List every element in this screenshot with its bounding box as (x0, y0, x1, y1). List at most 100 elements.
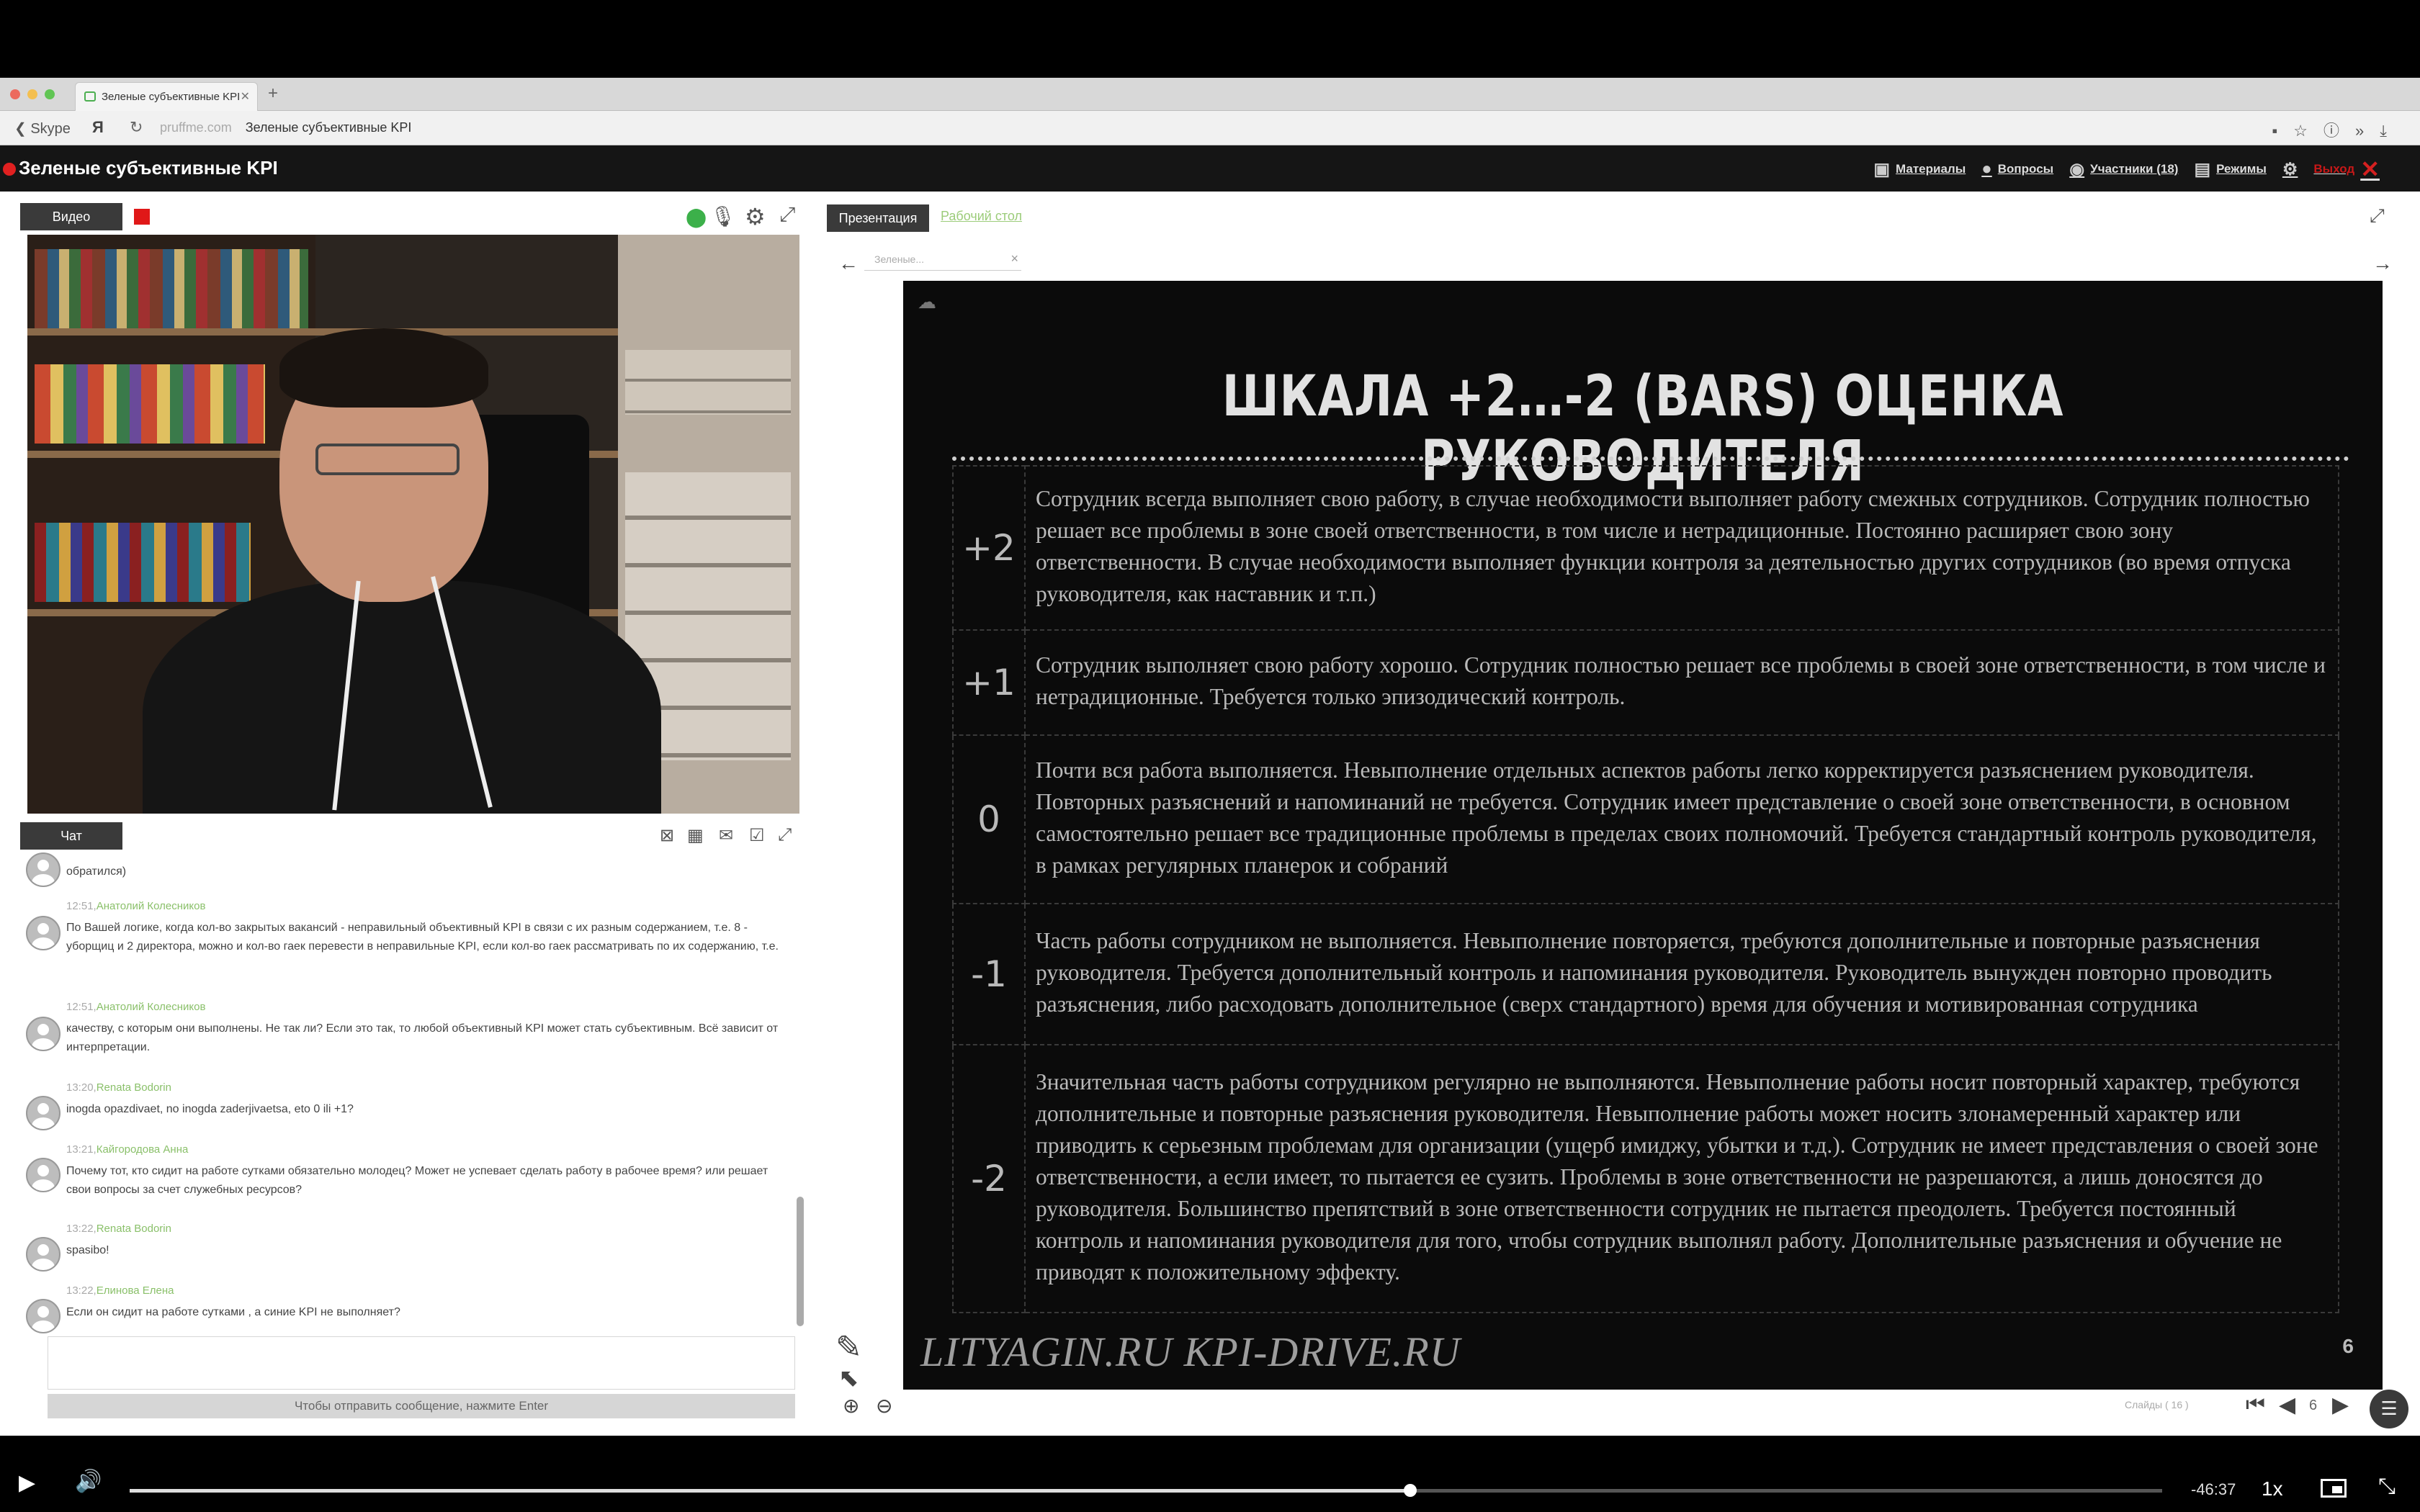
progress-handle[interactable] (1403, 1484, 1417, 1497)
chat-message-header: 13:22,Елинова Елена (66, 1284, 174, 1297)
arrow-right-icon[interactable]: → (2372, 252, 2393, 275)
chat-message-time: 13:22, (66, 1284, 97, 1297)
first-slide-icon[interactable]: ⏮ (2246, 1392, 2265, 1417)
play-icon[interactable]: ▶ (19, 1470, 35, 1495)
close-window-button[interactable] (10, 89, 20, 99)
progress-bar[interactable] (130, 1484, 2162, 1497)
video-player-controls: ▶ 🔊 -46:37 1x ⤡ (0, 1436, 2420, 1512)
feedback-icon: ☰ (2380, 1398, 2398, 1419)
back-button[interactable]: ❮ Skype (14, 120, 71, 138)
star-icon[interactable]: ☆ (2293, 122, 2323, 140)
avatar (26, 1017, 60, 1051)
settings-button[interactable]: ⚙ (2282, 159, 2298, 180)
tab-desktop[interactable]: Рабочий стол (941, 209, 1022, 224)
reload-icon[interactable]: ↻ (130, 118, 143, 137)
prev-slide-icon[interactable]: ◀ (2279, 1392, 2295, 1418)
tab-chat[interactable]: Чат (20, 822, 122, 850)
chat-expand-icon[interactable]: ⤢ (778, 825, 792, 845)
microphone-icon[interactable]: 🎙 (710, 204, 736, 228)
questions-icon: ● (1981, 159, 1992, 179)
bars-scale-table: +2 Сотрудник всегда выполняет свою работ… (952, 465, 2339, 1313)
pencil-icon[interactable]: ✎ (835, 1329, 862, 1366)
slide-divider (952, 456, 2349, 461)
bars-score: +1 (952, 629, 1026, 736)
arrow-left-icon[interactable]: ← (838, 252, 859, 275)
toolbar-icons: ▪☆ⓘ»⤓ (2272, 118, 2403, 141)
gear-icon: ⚙ (2282, 159, 2298, 179)
participants-link[interactable]: ◉ Участники (18) (2069, 159, 2178, 180)
volume-icon[interactable]: 🔊 (75, 1469, 102, 1494)
lock-icon[interactable]: ▪ (2272, 122, 2293, 140)
avatar (26, 1237, 60, 1272)
browser-toolbar: ❮ Skype Я ↻ pruffme.com Зеленые субъекти… (0, 111, 2420, 145)
chat-scrollbar[interactable] (797, 1197, 804, 1326)
next-slide-icon[interactable]: ▶ (2332, 1392, 2349, 1418)
pointer-icon[interactable]: ⬉ (838, 1364, 859, 1392)
close-document-icon[interactable]: × (1010, 251, 1018, 266)
export-excel-icon[interactable]: ▦ (687, 825, 704, 846)
questions-link[interactable]: ● Вопросы (1981, 159, 2053, 179)
chat-message-header: 13:20,Renata Bodorin (66, 1081, 171, 1094)
playback-speed-button[interactable]: 1x (2262, 1477, 2283, 1500)
slides-count: Слайды ( 16 ) (2125, 1399, 2189, 1410)
chat-message-header: 12:51,Анатолий Колесников (66, 900, 205, 912)
modes-label: Режимы (2216, 162, 2267, 176)
tab-strip: Зеленые субъективные KPI ✕ + (0, 78, 2420, 111)
speaker-video (27, 235, 799, 814)
browser-tab-active[interactable]: Зеленые субъективные KPI ✕ (75, 82, 258, 111)
tab-video[interactable]: Видео (20, 203, 122, 230)
tab-presentation[interactable]: Презентация (827, 204, 929, 232)
minimize-window-button[interactable] (27, 89, 37, 99)
bars-description: Сотрудник выполняет свою работу хорошо. … (1024, 629, 2339, 736)
webinar-title: Зеленые субъективные KPI (19, 157, 278, 179)
books (35, 249, 308, 328)
more-icon[interactable]: » (2355, 122, 2380, 140)
location-icon: ⬤ (686, 206, 707, 228)
video-expand-icon[interactable]: ⤢ (779, 203, 795, 227)
url-page: Зеленые субъективные KPI (245, 120, 412, 135)
download-icon[interactable]: ⤓ (2380, 122, 2403, 140)
bars-score: 0 (952, 734, 1026, 904)
mail-icon[interactable]: ✉ (719, 825, 733, 846)
chat-message-time: 12:51, (66, 1001, 97, 1013)
new-tab-button[interactable]: + (268, 84, 278, 104)
presentation-expand-icon[interactable]: ⤢ (2370, 204, 2385, 228)
chat-message-time: 13:22, (66, 1223, 97, 1235)
clear-chat-icon[interactable]: ⊠ (660, 825, 674, 846)
chat-message-input[interactable] (48, 1336, 795, 1390)
feedback-button[interactable]: ☰ (2370, 1390, 2408, 1428)
person-body (143, 580, 661, 814)
zoom-out-icon[interactable]: ⊖ (876, 1394, 892, 1418)
app-header: Зеленые субъективные KPI ▣ Материалы ● Воп… (0, 145, 2420, 192)
zoom-in-icon[interactable]: ⊕ (843, 1394, 859, 1418)
books (35, 364, 265, 444)
back-button-label: Skype (30, 121, 71, 137)
yandex-button[interactable]: Я (92, 118, 104, 137)
time-remaining: -46:37 (2191, 1480, 2236, 1498)
record-stop-button[interactable] (134, 209, 150, 225)
close-icon: ✕ (2360, 156, 2380, 182)
check-icon[interactable]: ☑ (749, 825, 765, 846)
exit-link[interactable]: Выход ✕ (2313, 156, 2380, 183)
modes-link[interactable]: ▤ Режимы (2194, 159, 2266, 180)
materials-link[interactable]: ▣ Материалы (1873, 159, 1966, 180)
exit-fullscreen-icon[interactable]: ⤡ (2378, 1475, 2396, 1499)
presentation-slide: ☁ ШКАЛА +2…-2 (BARS) ОЦЕНКА РУКОВОДИТЕЛЯ… (903, 281, 2383, 1390)
info-icon[interactable]: ⓘ (2323, 122, 2355, 140)
slide-footer: LITYAGIN.RU KPI-DRIVE.RU (920, 1328, 1461, 1375)
screen: Зеленые субъективные KPI ✕ + ❮ Skype Я ↻… (0, 0, 2420, 1512)
address-bar[interactable]: pruffme.com Зеленые субъективные KPI (160, 120, 411, 135)
close-tab-icon[interactable]: ✕ (241, 89, 250, 104)
header-menu: ▣ Материалы ● Вопросы ◉ Участники (18) ▤ Реж… (1873, 156, 2380, 183)
send-hint: Чтобы отправить сообщение, нажмите Enter (48, 1394, 795, 1418)
chat-message-author: Renata Bodorin (96, 1081, 171, 1094)
chat-message-time: 13:21, (66, 1143, 97, 1156)
books (35, 523, 251, 602)
bars-description: Значительная часть работы сотрудником ре… (1024, 1044, 2339, 1313)
chat-message-author: Елинова Елена (96, 1284, 174, 1297)
document-tab[interactable]: Зеленые... × (864, 249, 1021, 271)
bars-description: Сотрудник всегда выполняет свою работу, … (1024, 465, 2339, 631)
video-settings-gear-icon[interactable]: ⚙ (745, 203, 766, 230)
maximize-window-button[interactable] (45, 89, 55, 99)
picture-in-picture-icon[interactable] (2321, 1479, 2347, 1498)
